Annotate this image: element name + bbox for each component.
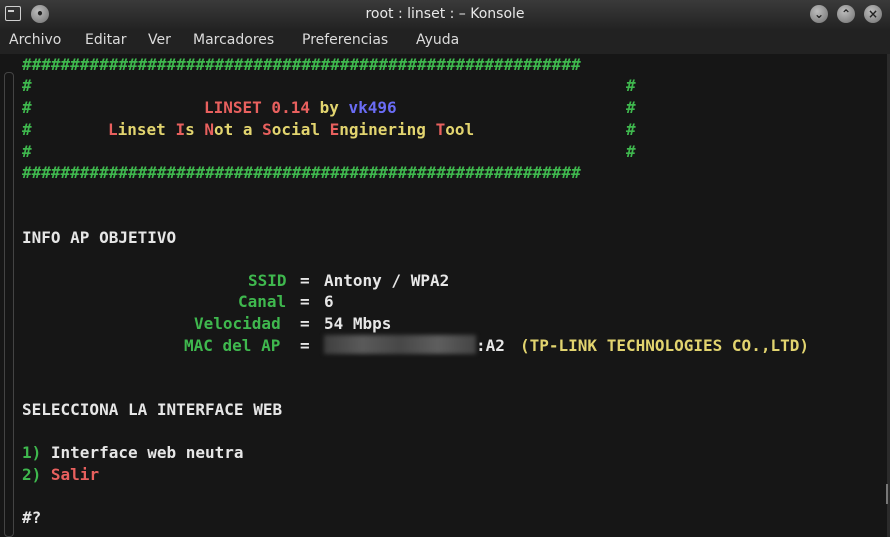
banner-border-bottom: ########################################… bbox=[22, 163, 581, 182]
menu-editar[interactable]: Editar bbox=[85, 32, 126, 48]
equals-sign: = bbox=[300, 336, 310, 355]
info-heading: INFO AP OBJETIVO bbox=[22, 228, 177, 247]
banner-author: vk496 bbox=[348, 98, 397, 117]
menu-ver[interactable]: Ver bbox=[148, 32, 171, 48]
linset-version: LINSET 0.14 bbox=[204, 98, 310, 117]
equals-sign: = bbox=[300, 292, 310, 311]
hash-left: # bbox=[22, 76, 32, 95]
option-1-label: Interface web neutra bbox=[50, 443, 244, 462]
mac-suffix: :A2 bbox=[476, 336, 505, 355]
mac-redacted bbox=[324, 335, 476, 354]
close-icon[interactable]: × bbox=[864, 5, 882, 23]
hash-left: # bbox=[22, 142, 32, 161]
terminal-output[interactable]: ########################################… bbox=[0, 54, 890, 537]
chevron-down-icon[interactable]: ⌄ bbox=[810, 5, 828, 23]
ssid-label: SSID bbox=[248, 271, 287, 290]
option-2-label: Salir bbox=[50, 465, 100, 484]
hash-right: # bbox=[626, 76, 636, 95]
menu-ayuda[interactable]: Ayuda bbox=[416, 32, 459, 48]
banner-row-1: # # bbox=[22, 75, 636, 97]
banner-row-4: # # bbox=[22, 141, 636, 163]
banner-tagline: Linset Is Not a Social Enginering Tool bbox=[108, 120, 475, 139]
title-bar[interactable]: • root : linset : – Konsole ⌄ ⌃ × bbox=[0, 0, 890, 29]
banner-row-2: # LINSET 0.14 by vk496 # bbox=[22, 97, 636, 119]
shell-prompt[interactable]: #? bbox=[22, 507, 41, 529]
option-1[interactable]: 1) Interface web neutra bbox=[22, 442, 244, 464]
hash-left: # bbox=[22, 120, 32, 139]
resize-handle[interactable] bbox=[886, 484, 888, 504]
select-heading: SELECCIONA LA INTERFACE WEB bbox=[22, 400, 283, 419]
menu-preferencias[interactable]: Preferencias bbox=[302, 32, 388, 48]
speed-label: Velocidad bbox=[194, 314, 281, 333]
option-2-number: 2) bbox=[22, 465, 42, 484]
speed-value: 54 Mbps bbox=[324, 314, 392, 333]
window-title: root : linset : – Konsole bbox=[365, 6, 525, 22]
hash-right: # bbox=[626, 142, 636, 161]
chevron-up-icon[interactable]: ⌃ bbox=[837, 5, 855, 23]
banner-by: by bbox=[319, 98, 339, 117]
hash-right: # bbox=[626, 120, 636, 139]
menu-marcadores[interactable]: Marcadores bbox=[193, 32, 274, 48]
mac-vendor: (TP-LINK TECHNOLOGIES CO.,LTD) bbox=[520, 336, 809, 355]
menu-bar: Archivo Editar Ver Marcadores Preferenci… bbox=[0, 29, 890, 54]
channel-label: Canal bbox=[238, 292, 287, 311]
hash-right: # bbox=[626, 98, 636, 117]
option-2[interactable]: 2) Salir bbox=[22, 464, 99, 486]
scrollbar[interactable] bbox=[4, 72, 14, 537]
mac-label: MAC del AP bbox=[184, 336, 281, 355]
menu-archivo[interactable]: Archivo bbox=[9, 32, 61, 48]
equals-sign: = bbox=[300, 271, 310, 290]
channel-value: 6 bbox=[324, 292, 334, 311]
equals-sign: = bbox=[300, 314, 310, 333]
hash-left: # bbox=[22, 98, 32, 117]
banner-border-top: ########################################… bbox=[22, 55, 581, 74]
banner-row-3: # Linset Is Not a Social Enginering Tool # bbox=[22, 119, 636, 141]
option-1-number: 1) bbox=[22, 443, 42, 462]
ssid-value: Antony / WPA2 bbox=[324, 271, 450, 290]
banner-title: LINSET 0.14 by vk496 bbox=[204, 97, 397, 119]
konsole-window: • root : linset : – Konsole ⌄ ⌃ × Archiv… bbox=[0, 0, 890, 537]
